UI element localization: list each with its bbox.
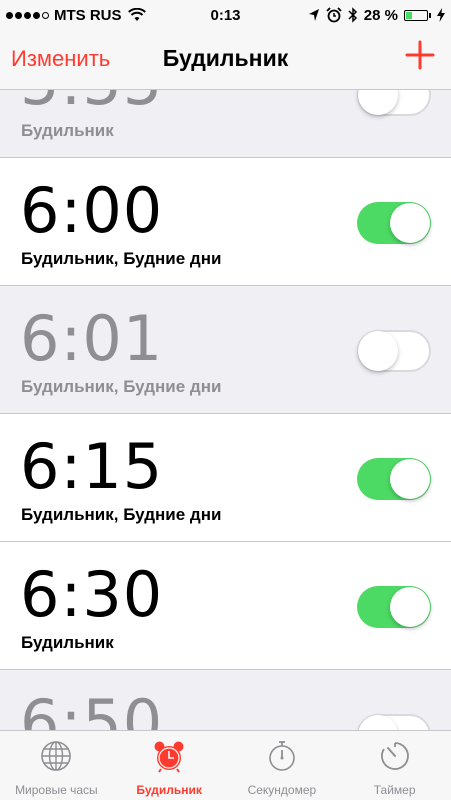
alarm-time: 6:50 xyxy=(20,686,164,731)
alarm-time: 6:00 xyxy=(20,174,164,247)
battery-icon xyxy=(404,9,431,21)
alarm-toggle[interactable] xyxy=(357,90,431,116)
alarm-label: Будильник xyxy=(21,633,114,652)
status-bar: MTS RUS 0:13 28 % xyxy=(0,0,451,30)
tab-label: Будильник xyxy=(136,783,202,797)
stopwatch-icon xyxy=(269,741,295,771)
toggle-knob xyxy=(390,459,430,499)
toggle-knob xyxy=(358,331,398,371)
add-alarm-button[interactable] xyxy=(403,38,437,72)
tab-stopwatch[interactable]: Секундомер xyxy=(226,731,339,800)
alarm-time: 6:30 xyxy=(20,558,164,631)
alarm-time: 5:55 xyxy=(20,90,163,116)
alarm-row[interactable]: 6:30 Будильник xyxy=(0,542,451,670)
alarm-toggle[interactable] xyxy=(357,714,431,730)
tab-label: Мировые часы xyxy=(15,783,98,797)
toggle-knob xyxy=(358,90,398,115)
wifi-icon xyxy=(127,8,146,21)
alarm-toggle[interactable] xyxy=(357,458,431,500)
navigation-bar: Изменить Будильник xyxy=(0,30,451,90)
alarm-label: Будильник, Будние дни xyxy=(21,249,222,268)
bluetooth-icon xyxy=(348,7,357,23)
alarm-time: 6:01 xyxy=(20,302,164,375)
tab-bar: Мировые часы Будильник Секундомер Таймер xyxy=(0,730,451,800)
tab-label: Таймер xyxy=(373,783,416,797)
alarm-clock-icon xyxy=(154,741,184,773)
alarm-label: Будильник, Будние дни xyxy=(21,505,222,524)
alarm-toggle[interactable] xyxy=(357,202,431,244)
timer-icon xyxy=(380,742,409,770)
battery-percent: 28 % xyxy=(363,6,398,24)
alarm-time: 6:15 xyxy=(20,430,164,503)
toggle-knob xyxy=(390,203,430,243)
alarm-toggle[interactable] xyxy=(357,586,431,628)
status-time: 0:13 xyxy=(210,6,241,24)
alarm-label: Будильник xyxy=(21,121,114,140)
tab-alarm[interactable]: Будильник xyxy=(113,731,226,800)
alarm-row[interactable]: 6:01 Будильник, Будние дни xyxy=(0,286,451,414)
charging-icon xyxy=(437,8,445,22)
alarm-list[interactable]: 5:55Будильник6:00Будильник, Будние дни6:… xyxy=(0,90,451,730)
alarm-row[interactable]: 6:50 xyxy=(0,670,451,730)
alarm-row[interactable]: 6:15 Будильник, Будние дни xyxy=(0,414,451,542)
alarm-row[interactable]: 5:55 Будильник xyxy=(0,90,451,158)
tab-timer[interactable]: Таймер xyxy=(338,731,451,800)
alarm-toggle[interactable] xyxy=(357,330,431,372)
page-title: Будильник xyxy=(162,45,289,71)
alarm-label: Будильник, Будние дни xyxy=(21,377,222,396)
carrier-name: MTS RUS xyxy=(54,6,122,24)
toggle-knob xyxy=(358,715,398,730)
signal-strength-icon xyxy=(6,11,49,19)
globe-icon xyxy=(41,741,72,771)
location-arrow-icon xyxy=(308,9,319,21)
alarm-icon xyxy=(326,7,342,23)
tab-label: Секундомер xyxy=(247,783,317,797)
alarm-row[interactable]: 6:00 Будильник, Будние дни xyxy=(0,158,451,286)
tab-world-clock[interactable]: Мировые часы xyxy=(0,731,113,800)
toggle-knob xyxy=(390,587,430,627)
